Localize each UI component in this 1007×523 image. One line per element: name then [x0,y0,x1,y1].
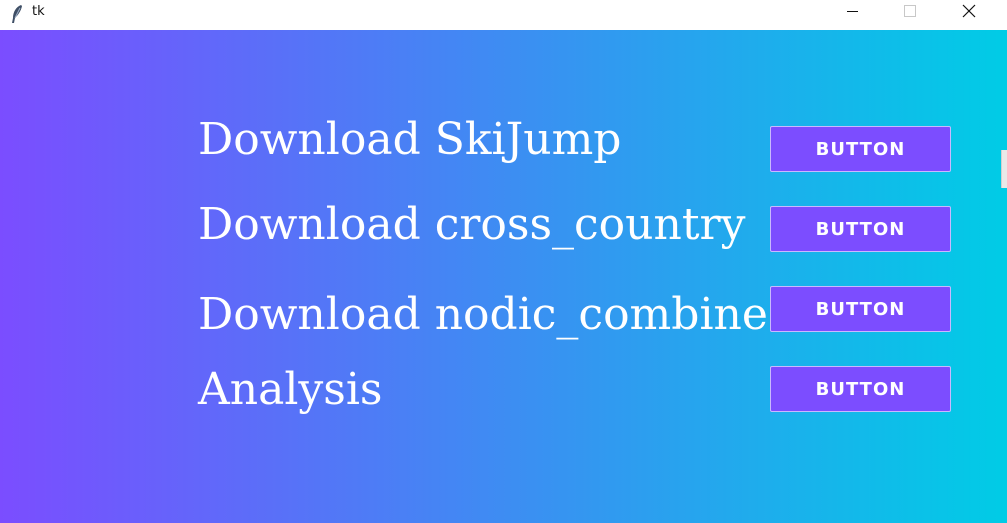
download-nodic-combined-label: Download nodic_combined [198,289,797,340]
analysis-button[interactable]: BUTTON [770,366,951,412]
title-bar: tk [0,0,1007,30]
window-title: tk [32,4,45,19]
maximize-icon [904,5,916,17]
close-icon [962,4,976,18]
minimize-icon [847,11,858,12]
download-cross-country-button[interactable]: BUTTON [770,206,951,252]
close-button[interactable] [945,0,991,28]
analysis-label: Analysis [198,364,383,415]
download-skijump-button[interactable]: BUTTON [770,126,951,172]
download-skijump-label: Download SkiJump [198,114,622,165]
download-nodic-combined-button[interactable]: BUTTON [770,286,951,332]
app-window: tk Download SkiJump BUTTON Download cros… [0,0,1007,523]
download-cross-country-label: Download cross_country [198,199,746,250]
gradient-canvas: Download SkiJump BUTTON Download cross_c… [0,30,1007,523]
minimize-button[interactable] [829,0,875,28]
feather-icon [10,4,24,24]
scrollbar-edge[interactable] [1001,150,1007,188]
maximize-button[interactable] [886,0,932,28]
